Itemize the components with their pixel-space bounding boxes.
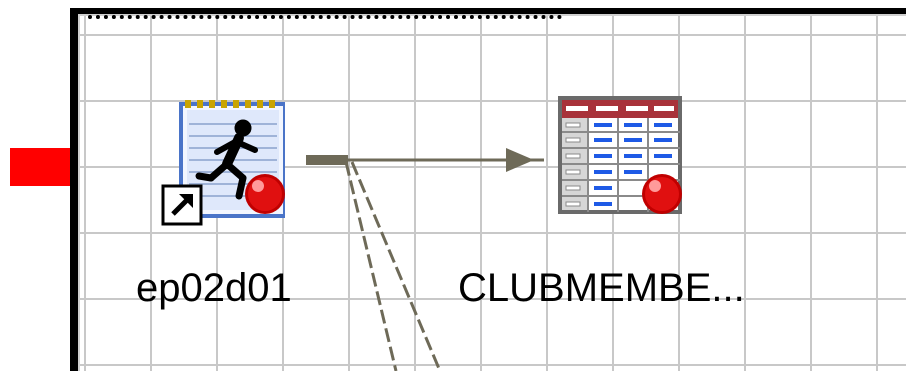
node-table-label: CLUBMEMBE... (458, 266, 745, 310)
process-flow-diagram: ep02d01 CLUBMEMBE... (0, 0, 906, 371)
node-table[interactable]: CLUBMEMBE... (458, 96, 816, 316)
connector-job-to-table[interactable] (306, 148, 544, 172)
connector-downstream[interactable] (344, 161, 442, 371)
job-running-icon (161, 100, 285, 226)
table-icon (558, 96, 682, 214)
node-job-label: ep02d01 (136, 266, 292, 310)
node-job[interactable]: ep02d01 (136, 96, 340, 316)
